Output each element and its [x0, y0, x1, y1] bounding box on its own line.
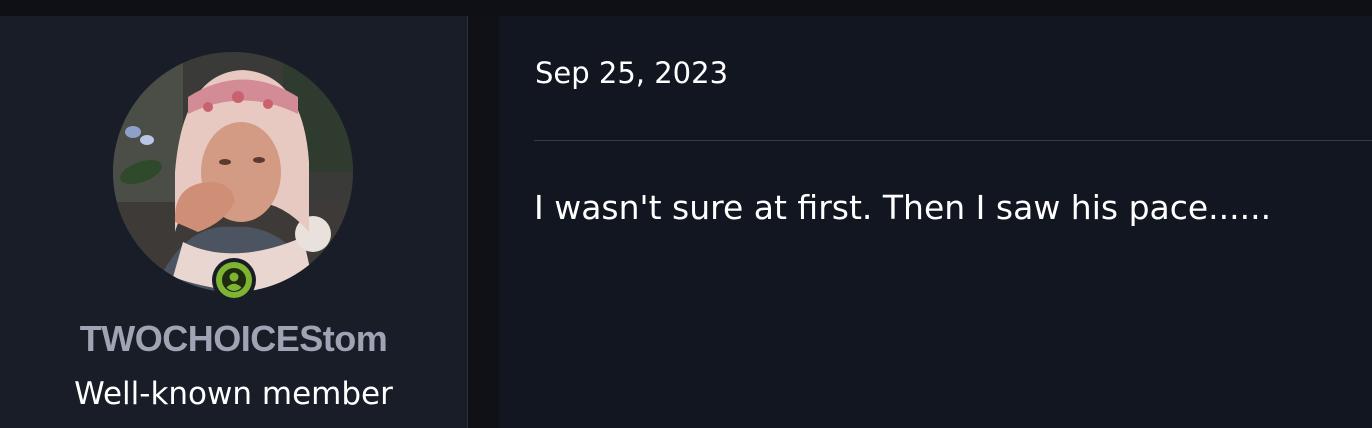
top-bar	[0, 0, 1372, 16]
post-date-link[interactable]: Sep 25, 2023	[535, 56, 728, 90]
post-user-panel: TWOCHOICEStom Well-known member	[0, 16, 468, 428]
user-title: Well-known member	[74, 376, 393, 412]
user-avatar[interactable]	[113, 52, 353, 292]
avatar-photo	[113, 52, 353, 292]
online-user-icon	[222, 268, 246, 292]
column-gutter	[468, 16, 499, 428]
username-link[interactable]: TWOCHOICEStom	[0, 318, 467, 360]
status-indicator	[212, 258, 256, 302]
forum-post: TWOCHOICEStom Well-known member Sep 25, …	[0, 16, 1372, 428]
post-divider	[534, 140, 1372, 141]
post-body-text: I wasn't sure at first. Then I saw his p…	[534, 188, 1272, 227]
post-content: Sep 25, 2023 I wasn't sure at first. The…	[499, 16, 1372, 428]
